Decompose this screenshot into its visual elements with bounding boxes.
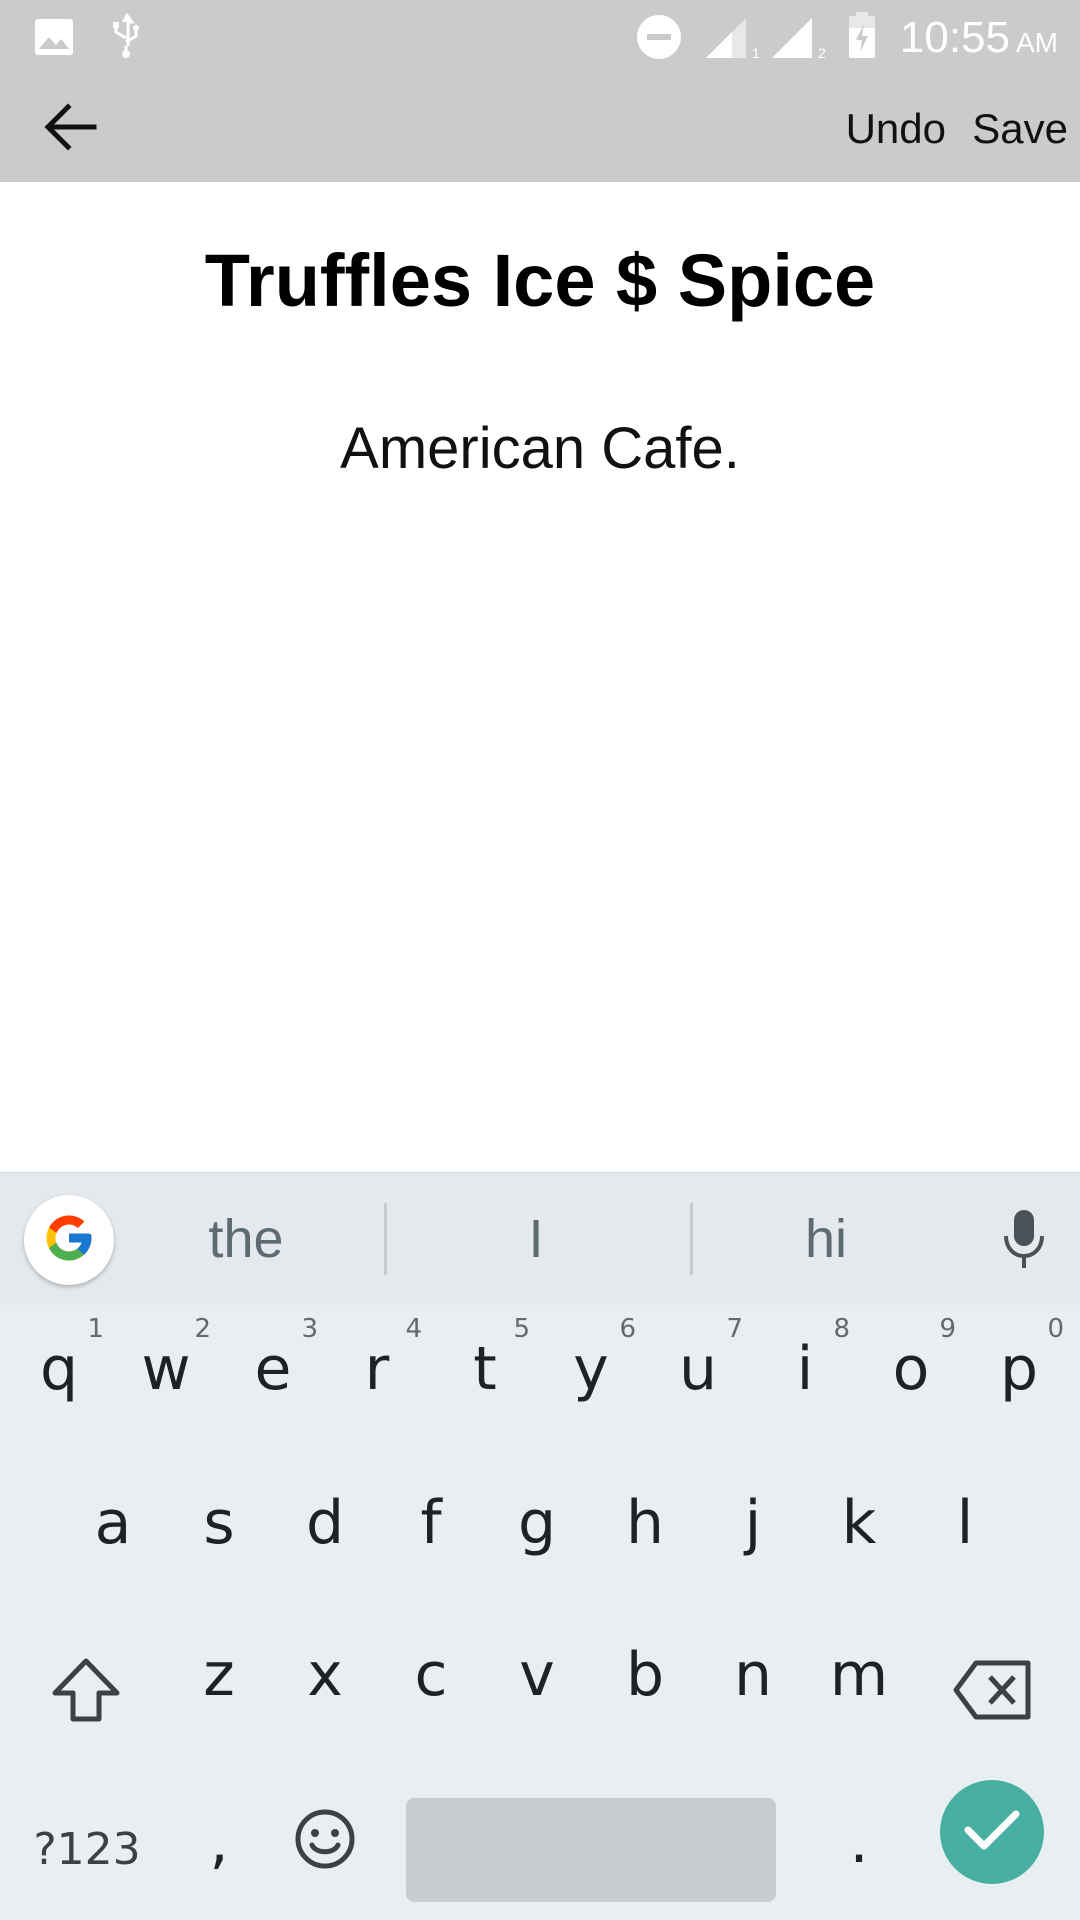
key-hint: 5	[513, 1314, 530, 1344]
key-hint: 9	[939, 1314, 956, 1344]
shift-arrow-icon	[51, 1657, 121, 1728]
key-l[interactable]: l	[912, 1458, 1018, 1588]
suggestion-divider	[384, 1203, 387, 1275]
key-r[interactable]: r4	[324, 1304, 430, 1434]
clock-time: 10:55	[899, 13, 1010, 62]
key-i[interactable]: i8	[752, 1304, 858, 1434]
key-f[interactable]: f	[378, 1458, 484, 1588]
key-n[interactable]: n	[700, 1610, 806, 1740]
suggestion-3[interactable]: hi	[726, 1199, 926, 1279]
key-label: t	[473, 1334, 497, 1404]
battery-charging-icon	[848, 12, 876, 65]
symbols-key[interactable]: ?123	[22, 1802, 152, 1898]
backspace-icon	[952, 1659, 1034, 1726]
app-bar: Undo Save	[0, 76, 1080, 182]
key-hint: 6	[619, 1314, 636, 1344]
suggestion-bar: the I hi	[0, 1172, 1080, 1305]
sim2-label: 2	[818, 45, 826, 60]
key-q[interactable]: q1	[6, 1304, 112, 1434]
usb-icon	[108, 12, 144, 65]
image-icon	[34, 18, 74, 61]
backspace-key[interactable]	[938, 1644, 1048, 1740]
key-b[interactable]: b	[592, 1610, 698, 1740]
key-label: q	[39, 1334, 79, 1404]
key-s[interactable]: s	[166, 1458, 272, 1588]
period-key[interactable]: .	[806, 1782, 912, 1902]
key-k[interactable]: k	[806, 1458, 912, 1588]
key-h[interactable]: h	[592, 1458, 698, 1588]
key-u[interactable]: u7	[645, 1304, 751, 1434]
space-bar[interactable]	[406, 1798, 776, 1902]
done-button[interactable]	[940, 1780, 1044, 1884]
clock-ampm: AM	[1016, 27, 1058, 58]
key-t[interactable]: t5	[432, 1304, 538, 1434]
key-hint: 7	[726, 1314, 743, 1344]
key-label: y	[573, 1334, 609, 1404]
key-label: e	[254, 1334, 292, 1404]
key-hint: 4	[405, 1314, 422, 1344]
microphone-icon	[1002, 1208, 1046, 1275]
key-label: w	[141, 1334, 191, 1404]
key-y[interactable]: y6	[538, 1304, 644, 1434]
emoji-key[interactable]	[280, 1796, 370, 1886]
key-e[interactable]: e3	[220, 1304, 326, 1434]
page-subtitle[interactable]: American Cafe.	[0, 412, 1080, 486]
key-z[interactable]: z	[166, 1610, 272, 1740]
key-hint: 8	[833, 1314, 850, 1344]
key-v[interactable]: v	[484, 1610, 590, 1740]
clock: 10:55 AM	[900, 14, 1058, 67]
key-label: r	[364, 1334, 390, 1404]
signal-sim1-icon: 1	[704, 16, 762, 65]
google-g-icon	[42, 1211, 96, 1270]
key-hint: 1	[87, 1314, 104, 1344]
key-hint: 3	[301, 1314, 318, 1344]
shift-key[interactable]	[30, 1644, 142, 1740]
soft-keyboard: the I hi q1 w2 e3 r4 t5 y6 u7 i8 o9 p0 a…	[0, 1172, 1080, 1920]
suggestion-2[interactable]: I	[436, 1199, 636, 1279]
key-c[interactable]: c	[378, 1610, 484, 1740]
page-title[interactable]: Truffles Ice $ Spice	[0, 236, 1080, 326]
key-o[interactable]: o9	[858, 1304, 964, 1434]
google-button[interactable]	[24, 1195, 114, 1285]
sim1-label: 1	[752, 45, 760, 60]
key-label: p	[999, 1334, 1039, 1404]
key-label: o	[892, 1334, 930, 1404]
voice-input-button[interactable]	[994, 1209, 1054, 1273]
do-not-disturb-icon	[636, 14, 682, 65]
smiley-icon	[294, 1808, 356, 1875]
key-w[interactable]: w2	[113, 1304, 219, 1434]
key-a[interactable]: a	[60, 1458, 166, 1588]
suggestion-1[interactable]: the	[146, 1199, 346, 1279]
key-label: u	[678, 1334, 718, 1404]
undo-button[interactable]: Undo	[846, 102, 946, 156]
key-hint: 2	[194, 1314, 211, 1344]
arrow-left-icon	[42, 102, 98, 157]
suggestion-divider	[690, 1203, 693, 1275]
key-m[interactable]: m	[806, 1610, 912, 1740]
key-g[interactable]: g	[484, 1458, 590, 1588]
key-j[interactable]: j	[700, 1458, 806, 1588]
key-label: i	[796, 1334, 814, 1404]
back-button[interactable]	[30, 96, 110, 162]
key-d[interactable]: d	[272, 1458, 378, 1588]
key-x[interactable]: x	[272, 1610, 378, 1740]
save-button[interactable]: Save	[972, 102, 1068, 156]
signal-sim2-icon: 2	[770, 16, 828, 65]
checkmark-icon	[964, 1808, 1020, 1857]
comma-key[interactable]: ,	[166, 1782, 272, 1902]
key-hint: 0	[1047, 1314, 1064, 1344]
key-p[interactable]: p0	[966, 1304, 1072, 1434]
status-bar: 1 2 10:55 AM	[0, 0, 1080, 76]
